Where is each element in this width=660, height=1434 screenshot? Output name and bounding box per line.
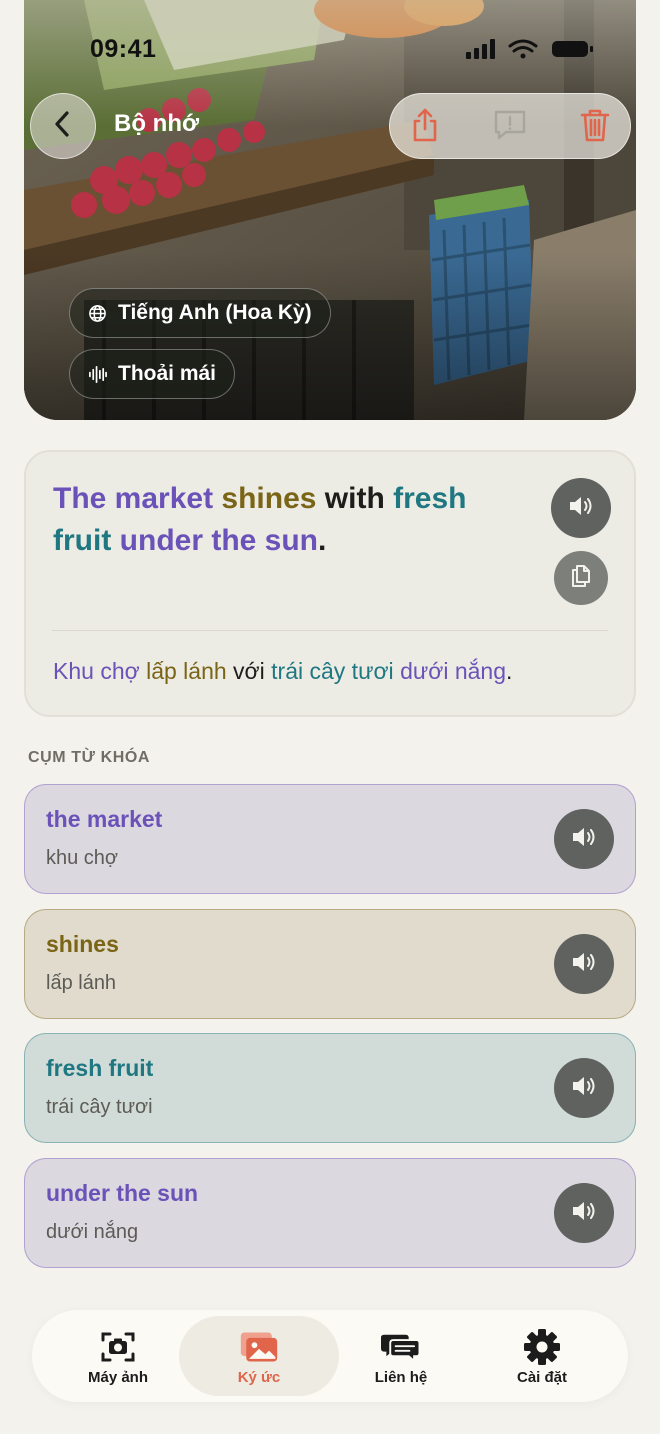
share-icon [409,107,441,148]
cellular-signal-icon [466,39,495,59]
speaker-icon [571,951,597,978]
translation-segment: Khu chợ [53,658,140,684]
camera-icon [98,1328,138,1366]
phrase-english: shines [46,931,119,957]
action-group [389,93,631,159]
delete-button[interactable] [577,109,613,145]
play-phrase-button[interactable] [554,1183,614,1243]
tab-label: Cài đặt [516,1369,567,1386]
phrase-vietnamese: lấp lánh [46,972,117,994]
tone-chip-label: Thoải mái [118,362,217,385]
chat-bubbles-icon [381,1328,421,1366]
battery-icon [552,41,593,57]
tab-bar: Máy ảnh Ký ức Liên hệ Cài đặt [32,1310,628,1402]
translation-segment: . [506,658,513,684]
divider [52,630,608,631]
tab-label: Ký ức [237,1369,281,1386]
tab-contacts[interactable]: Liên hệ [321,1316,481,1396]
phrase-vietnamese: khu chợ [46,847,119,869]
sentence-segment: with [316,482,394,515]
page-title: Bộ nhớ [114,110,200,137]
speaker-icon [571,1075,597,1102]
phrase-english: the market [46,806,163,832]
status-bar: 09:41 [0,30,660,70]
sentence-segment [111,524,119,557]
speaker-icon [571,826,597,853]
globe-icon [88,303,108,323]
phrase-card[interactable]: fresh fruit trái cây tươi [24,1033,636,1143]
trash-icon [580,108,610,147]
language-chip[interactable]: Tiếng Anh (Hoa Kỳ) [69,288,331,338]
waveform-icon [88,364,108,384]
report-button[interactable] [492,109,528,145]
sentence-segment: shines [221,482,317,515]
translation-segment: lấp lánh [146,658,227,684]
back-button[interactable] [30,93,96,159]
sentence-segment: under the sun [119,524,319,557]
copy-icon [570,563,592,594]
language-chip-label: Tiếng Anh (Hoa Kỳ) [118,301,312,324]
share-button[interactable] [407,107,443,148]
tab-label: Liên hệ [374,1369,428,1386]
status-icons [466,39,593,59]
gear-icon [522,1328,562,1366]
section-label-key-phrases: CỤM TỪ KHÓA [28,749,151,766]
play-sentence-button[interactable] [551,478,611,538]
sentence-card: The market shines with fresh fruit under… [24,450,636,717]
play-phrase-button[interactable] [554,1058,614,1118]
status-time: 09:41 [90,35,157,63]
translation-segment: với [226,658,272,684]
translation-segment: trái cây tươi [271,658,394,684]
tab-memories[interactable]: Ký ức [179,1316,339,1396]
phrase-vietnamese: dưới nắng [46,1221,139,1243]
tone-chip[interactable]: Thoải mái [69,349,236,399]
sentence-segment: The market [53,482,214,515]
wifi-icon [508,39,538,53]
play-phrase-button[interactable] [554,809,614,869]
sentence-vietnamese: Khu chợ lấp lánh với trái cây tươi dưới … [53,658,512,685]
phrase-card[interactable]: the market khu chợ [24,784,636,894]
tab-label: Máy ảnh [87,1369,148,1386]
report-icon [492,108,528,147]
tab-settings[interactable]: Cài đặt [462,1316,622,1396]
phrase-english: under the sun [46,1180,199,1206]
chevron-left-icon [51,110,75,143]
tab-camera[interactable]: Máy ảnh [38,1316,198,1396]
play-phrase-button[interactable] [554,934,614,994]
speaker-icon [568,495,594,522]
sentence-segment: . [318,524,327,557]
translation-segment: dưới nắng [400,658,506,684]
photos-icon [239,1328,279,1366]
phrase-card[interactable]: shines lấp lánh [24,909,636,1019]
copy-sentence-button[interactable] [554,551,608,605]
phrase-english: fresh fruit [46,1055,154,1081]
sentence-english: The market shines with fresh fruit under… [53,478,513,562]
phrase-card[interactable]: under the sun dưới nắng [24,1158,636,1268]
speaker-icon [571,1200,597,1227]
phrase-vietnamese: trái cây tươi [46,1096,153,1118]
